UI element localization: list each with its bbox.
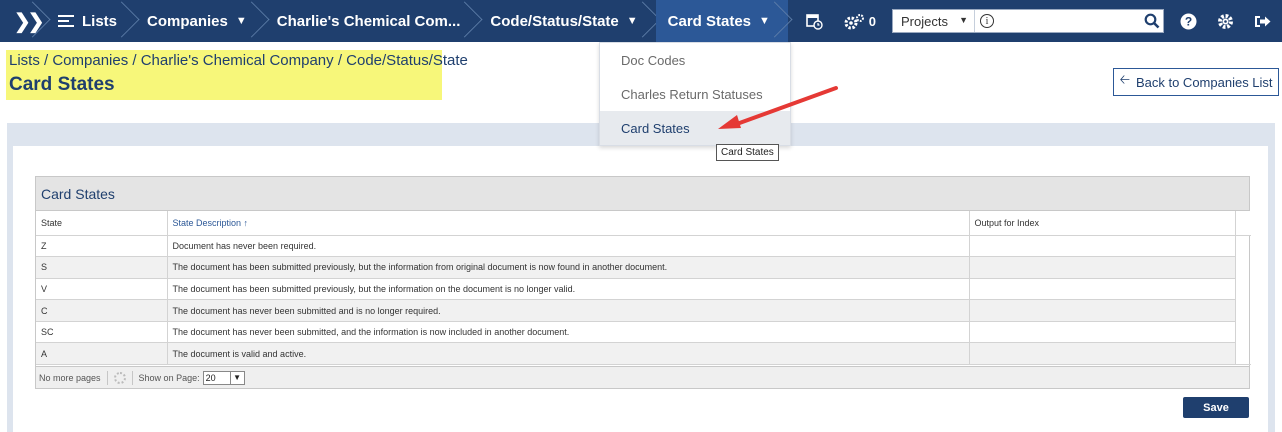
vertical-scrollbar[interactable] [1235, 235, 1251, 366]
column-header-output-for-index[interactable]: Output for Index [969, 211, 1236, 236]
cell-state: S [36, 256, 168, 279]
menu-item-doc-codes[interactable]: Doc Codes [600, 43, 790, 77]
tasks-button[interactable]: 0 [833, 0, 886, 42]
cell-output[interactable] [969, 299, 1236, 322]
info-icon[interactable]: i [980, 14, 994, 28]
table-row[interactable]: C The document has never been submitted … [36, 299, 1251, 322]
nav-item-lists[interactable]: Lists [46, 0, 135, 42]
footer-divider [131, 370, 133, 385]
nav-item-label: Lists [82, 12, 118, 30]
page-size-value: 20 [205, 372, 216, 383]
annotation-arrow-icon [718, 86, 838, 129]
cell-state: SC [36, 321, 168, 344]
refresh-icon[interactable] [113, 371, 126, 384]
task-count: 0 [868, 13, 876, 29]
cell-description: The document is valid and active. [167, 342, 970, 366]
cell-output[interactable] [969, 321, 1236, 344]
cell-description: Document has never been required. [167, 235, 970, 258]
grid-caption: Card States [36, 177, 1249, 211]
table-row[interactable]: V The document has been submitted previo… [36, 278, 1251, 301]
scrollbar-header [1235, 211, 1251, 236]
pager-status: No more pages [39, 372, 101, 383]
save-button[interactable]: Save [1183, 397, 1249, 418]
breadcrumb: Lists / Companies / Charlie's Chemical C… [9, 52, 468, 69]
nav-item-label: Charlie's Chemical Com... [276, 12, 461, 30]
cell-output[interactable] [969, 342, 1236, 366]
card-states-grid: Card States State State Description ↑ Ou… [35, 176, 1251, 389]
cell-state: Z [36, 235, 168, 258]
nav-item-company[interactable]: Charlie's Chemical Com... [265, 0, 479, 42]
show-on-page-label: Show on Page: [138, 372, 200, 383]
cell-state: C [36, 299, 168, 322]
caret-down-icon: ▼ [959, 15, 968, 25]
nav-item-label: Card States [667, 12, 752, 30]
chevron-down-icon: ▼ [229, 371, 244, 384]
svg-text:?: ? [1185, 14, 1192, 28]
cell-state: A [36, 342, 168, 366]
nav-item-label: Code/Status/State [490, 12, 619, 30]
nav-item-label: Companies [147, 12, 228, 30]
cell-output[interactable] [969, 256, 1236, 279]
project-search-box: Projects ▼ i [892, 9, 1164, 33]
grid-footer: No more pages Show on Page: 20 ▼ [36, 366, 1249, 388]
project-select[interactable]: Projects ▼ [893, 10, 975, 32]
chevron-down-icon: ▼ [759, 15, 770, 27]
double-chevron-icon[interactable]: ❯❯ [0, 0, 46, 42]
nav-toolbar: 0 Projects ▼ i ? [796, 0, 1282, 42]
table-row[interactable]: Z Document has never been required. [36, 235, 1251, 366]
column-header-state-description[interactable]: State Description ↑ [167, 211, 970, 236]
page-size-select[interactable]: 20 ▼ [202, 370, 245, 385]
nav-item-card-states[interactable]: Card States ▼ [655, 0, 788, 42]
page-title: Card States [9, 74, 115, 95]
nav-item-companies[interactable]: Companies ▼ [135, 0, 265, 42]
chevron-down-icon: ▼ [235, 15, 247, 27]
cell-description: The document has been submitted previous… [167, 256, 970, 279]
card-states-table: State State Description ↑ Output for Ind… [36, 211, 1251, 366]
gear-icon[interactable] [1207, 0, 1244, 42]
cell-output[interactable] [969, 278, 1236, 301]
back-to-companies-button[interactable]: 🡠 Back to Companies List [1113, 68, 1279, 96]
cell-output[interactable] [969, 235, 1236, 258]
table-row[interactable]: A The document is valid and active. [36, 342, 1251, 366]
cell-description: The document has never been submitted, a… [167, 321, 970, 344]
list-icon [58, 12, 74, 30]
top-navigation: ❯❯ Lists Companies ▼ Charlie's Chemical … [0, 0, 1282, 42]
tooltip: Card States [716, 144, 779, 161]
cell-description: The document has been submitted previous… [167, 278, 970, 301]
calendar-clock-icon[interactable] [796, 0, 833, 42]
table-row[interactable]: S The document has been submitted previo… [36, 256, 1251, 279]
cell-state: V [36, 278, 168, 301]
table-row[interactable]: SC The document has never been submitted… [36, 321, 1251, 344]
chevron-down-icon: ▼ [626, 15, 638, 27]
cell-description: The document has never been submitted an… [167, 299, 970, 322]
search-icon[interactable] [1141, 10, 1163, 32]
back-button-label: Back to Companies List [1135, 74, 1273, 90]
footer-divider [106, 370, 108, 385]
nav-item-code-status-state[interactable]: Code/Status/State ▼ [478, 0, 655, 42]
logout-icon[interactable] [1244, 0, 1282, 42]
help-icon[interactable]: ? [1170, 0, 1207, 42]
column-header-state[interactable]: State [36, 211, 168, 236]
gears-icon [844, 13, 864, 29]
project-select-value: Projects [901, 13, 948, 29]
arrow-left-icon: 🡠 [1119, 72, 1130, 87]
